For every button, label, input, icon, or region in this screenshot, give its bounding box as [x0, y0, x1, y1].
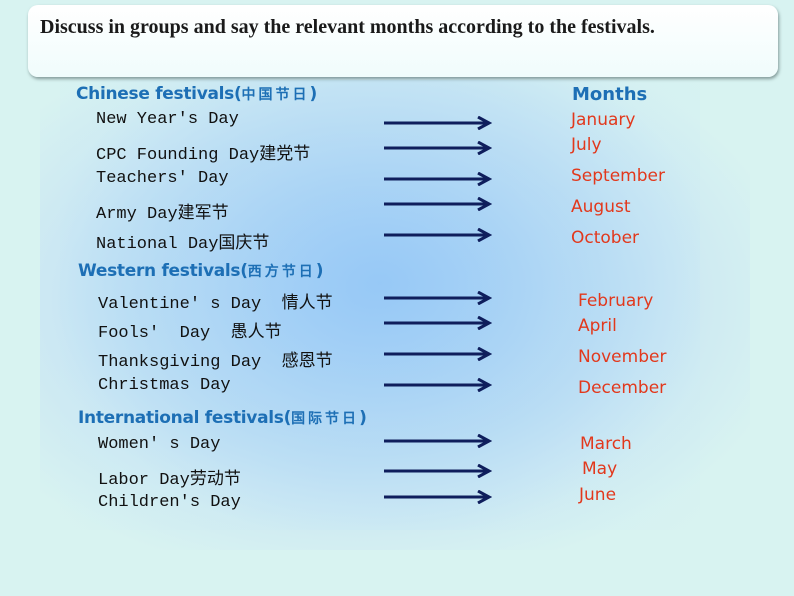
section-heading-international: International festivals(国际节日): [78, 408, 367, 428]
heading-end: ): [315, 261, 324, 281]
month-february: February: [578, 291, 654, 311]
instruction-box: Discuss in groups and say the relevant m…: [28, 5, 778, 77]
month-june: June: [579, 485, 617, 505]
heading-text: Chinese festivals(: [76, 84, 242, 104]
festival-womens-day: Women' s Day: [98, 435, 221, 454]
heading-end: ): [359, 408, 367, 428]
festival-national-day: National Day国庆节: [96, 235, 270, 254]
month-october: October: [571, 228, 640, 248]
festival-christmas-day: Christmas Day: [98, 376, 231, 395]
right-arrow-icon: [384, 197, 492, 211]
section-heading-western: Western festivals(西方节日): [78, 261, 324, 281]
month-july: July: [571, 135, 602, 155]
heading-text: International festivals(: [78, 408, 292, 428]
festival-new-years-day: New Year's Day: [96, 110, 239, 129]
month-december: December: [578, 378, 667, 398]
festival-army-day: Army Day建军节: [96, 205, 229, 224]
heading-text: Western festivals(: [78, 261, 248, 281]
heading-cn-text: 中国节日: [241, 87, 310, 103]
festival-teachers-day: Teachers' Day: [96, 169, 229, 188]
heading-cn-text: 西方节日: [247, 264, 316, 280]
right-arrow-icon: [384, 228, 492, 242]
festival-fools-day: Fools' Day 愚人节: [98, 324, 282, 343]
heading-cn-text: 国际节日: [291, 411, 360, 427]
right-arrow-icon: [384, 464, 492, 478]
right-arrow-icon: [384, 434, 492, 448]
festival-thanksgiving-day: Thanksgiving Day 感恩节: [98, 353, 333, 372]
festival-cpc-founding-day: CPC Founding Day建党节: [96, 146, 311, 165]
month-march: March: [580, 434, 632, 454]
month-april: April: [578, 316, 617, 336]
instruction-text: Discuss in groups and say the relevant m…: [40, 16, 655, 38]
right-arrow-icon: [384, 347, 492, 361]
months-heading: Months: [572, 84, 648, 105]
right-arrow-icon: [384, 316, 492, 330]
festival-childrens-day: Children's Day: [98, 493, 241, 512]
right-arrow-icon: [384, 378, 492, 392]
festival-labor-day: Labor Day劳动节: [98, 471, 241, 490]
month-may: May: [582, 459, 618, 479]
right-arrow-icon: [384, 172, 492, 186]
section-heading-chinese: Chinese festivals(中国节日): [76, 84, 317, 104]
festival-valentines-day: Valentine' s Day 情人节: [98, 295, 333, 314]
right-arrow-icon: [384, 116, 492, 130]
month-september: September: [571, 166, 665, 186]
right-arrow-icon: [384, 490, 492, 504]
heading-end: ): [309, 84, 317, 104]
month-january: January: [571, 110, 636, 130]
right-arrow-icon: [384, 291, 492, 305]
right-arrow-icon: [384, 141, 492, 155]
month-august: August: [571, 197, 631, 217]
month-november: November: [578, 347, 667, 367]
